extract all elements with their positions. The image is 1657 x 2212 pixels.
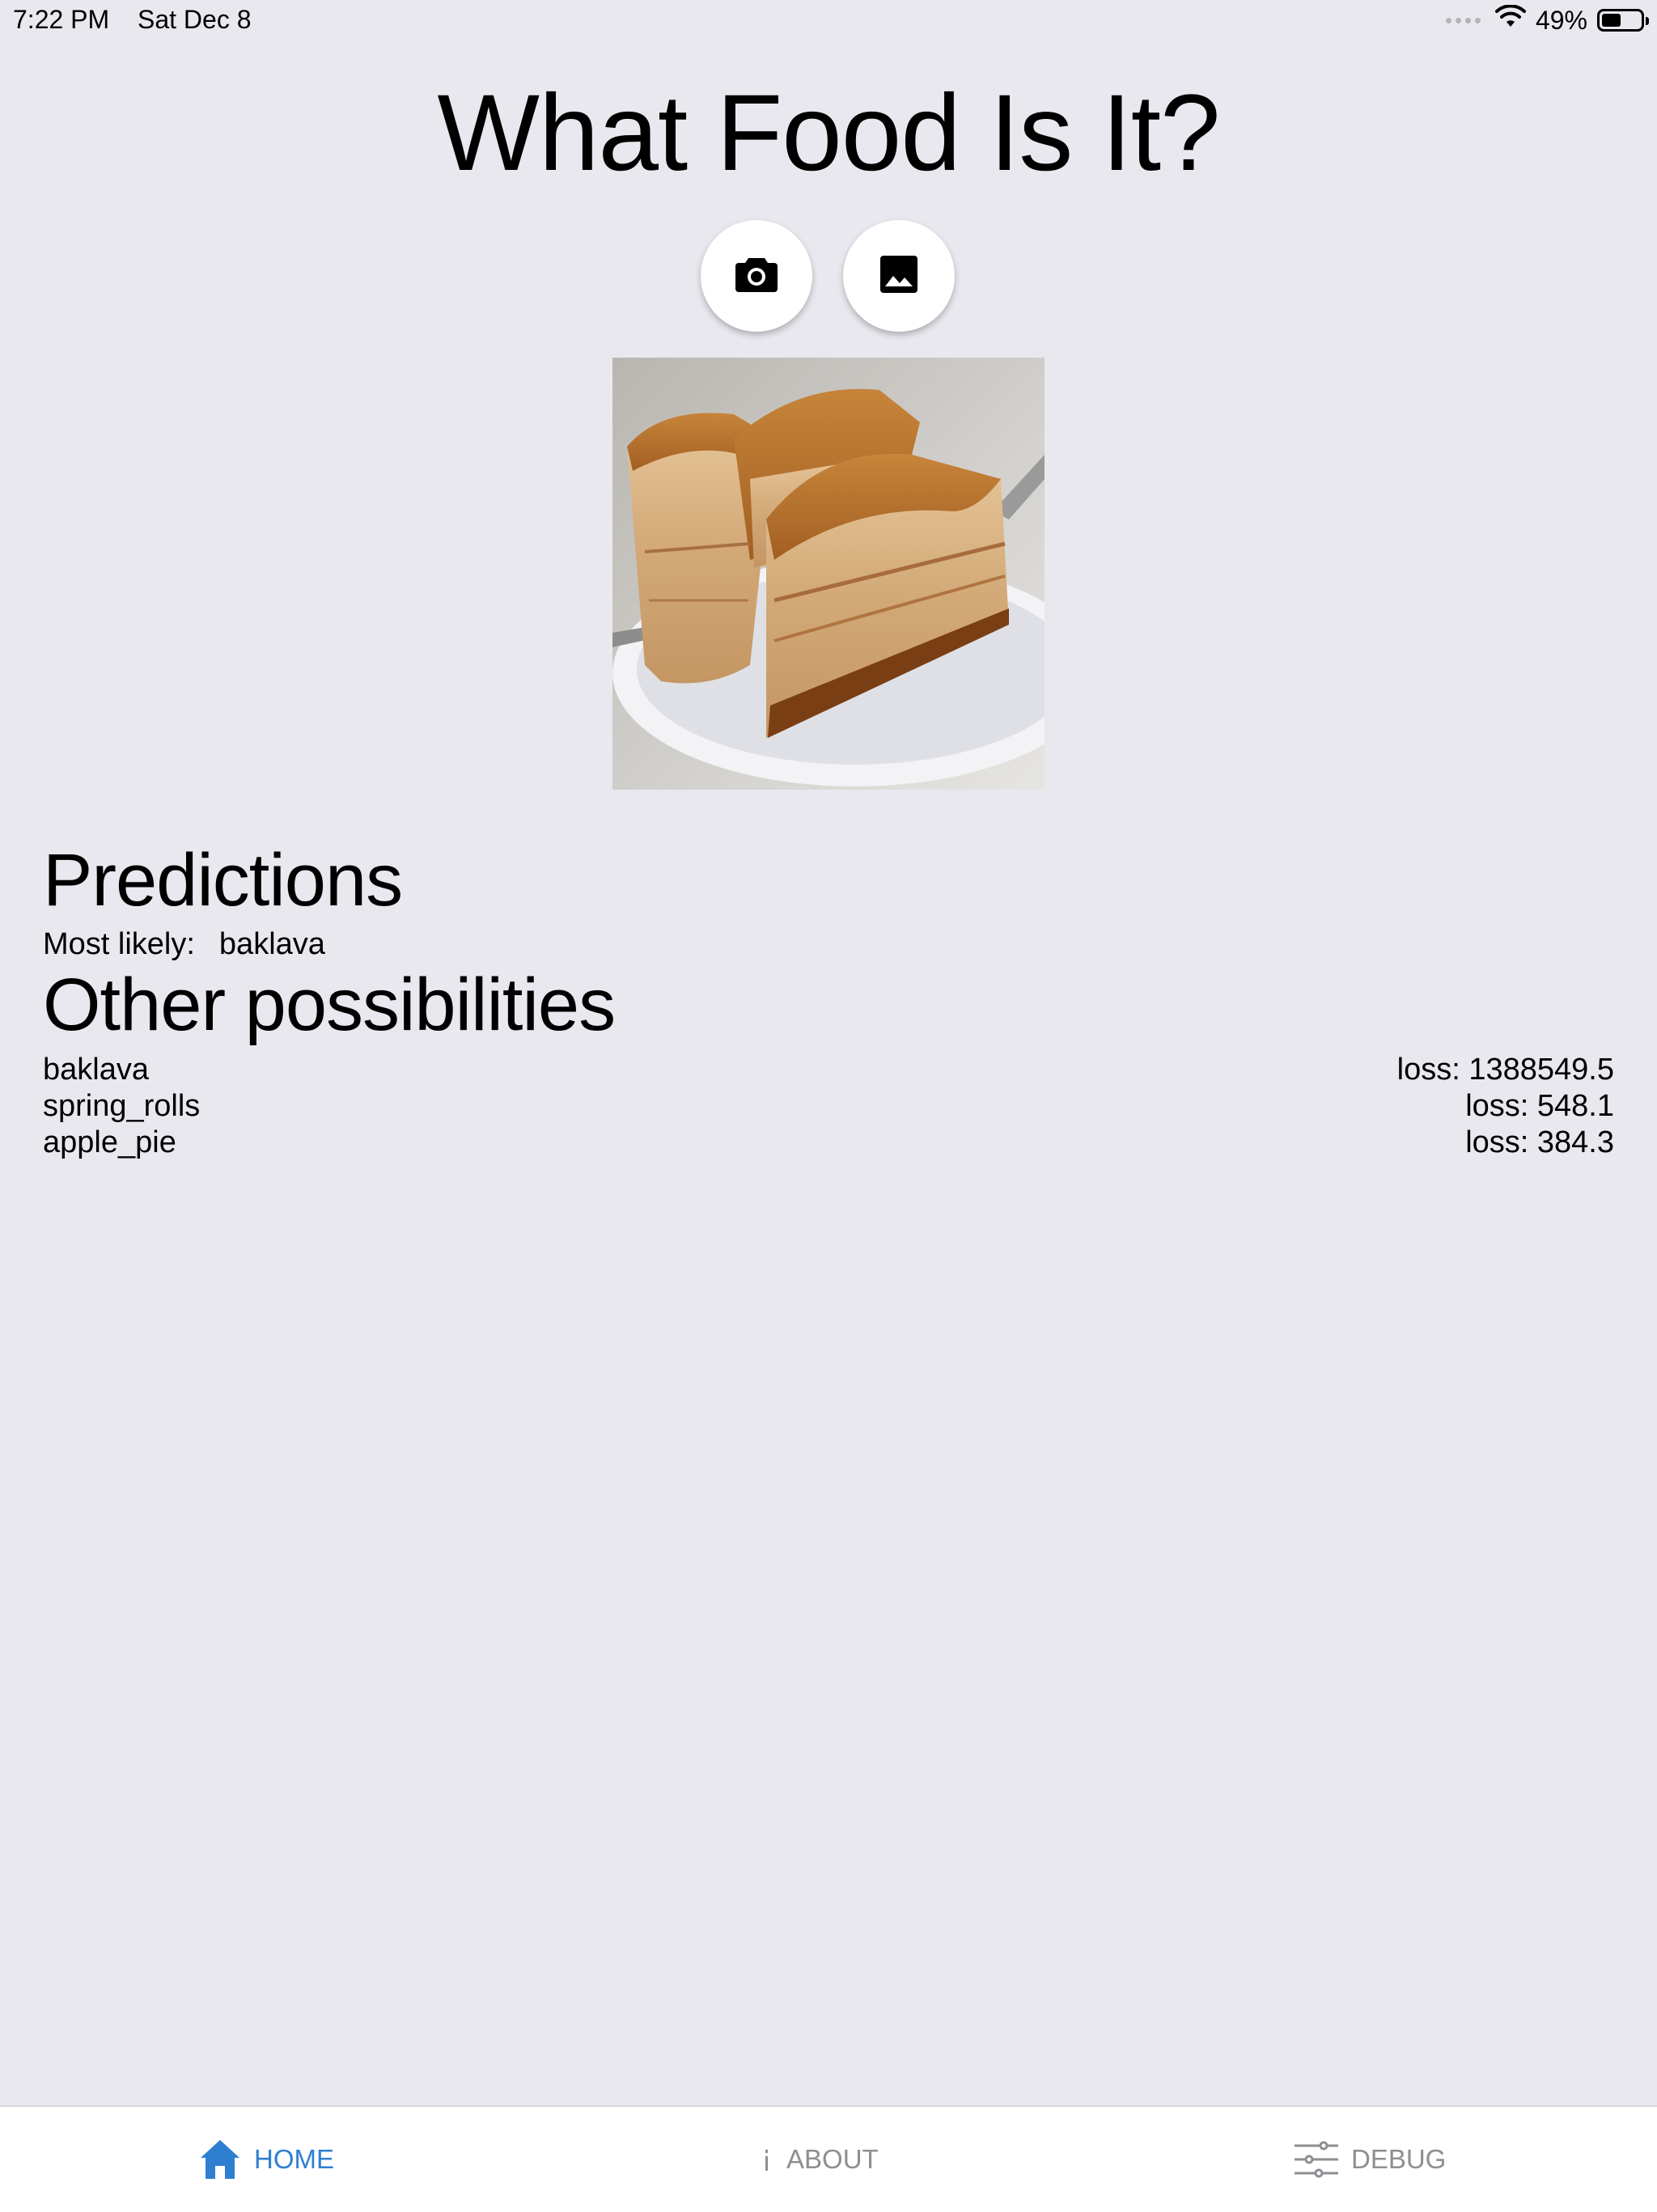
most-likely-value: baklava	[218, 927, 325, 961]
list-item: spring_rolls loss: 548.1	[43, 1088, 1614, 1125]
take-photo-button[interactable]	[701, 220, 812, 332]
camera-icon	[734, 255, 779, 298]
possibility-name: baklava	[43, 1053, 149, 1087]
possibilities-list: baklava loss: 1388549.5 spring_rolls los…	[43, 1052, 1614, 1161]
possibility-loss: loss: 548.1	[1465, 1089, 1614, 1123]
home-icon	[197, 2137, 243, 2182]
most-likely-row: Most likely: baklava	[43, 926, 325, 962]
possibility-name: apple_pie	[43, 1125, 176, 1159]
wifi-icon	[1494, 4, 1526, 36]
sliders-icon	[1293, 2139, 1340, 2180]
image-gallery-icon	[879, 254, 919, 299]
battery-percent: 49%	[1535, 5, 1587, 35]
other-possibilities-heading: Other possibilities	[43, 964, 616, 1046]
possibility-loss: loss: 384.3	[1465, 1125, 1614, 1159]
battery-fill	[1602, 14, 1621, 27]
tab-label: ABOUT	[786, 2144, 879, 2174]
baklava-photo	[612, 358, 1045, 790]
tab-bar: HOME ABOUT DEBUG	[0, 2105, 1657, 2212]
possibility-loss: loss: 1388549.5	[1396, 1053, 1614, 1087]
status-bar: 7:22 PM Sat Dec 8 49%	[0, 0, 1657, 40]
tab-label: HOME	[254, 2144, 334, 2174]
cellular-dots-icon	[1445, 17, 1481, 23]
predictions-heading: Predictions	[43, 839, 403, 922]
most-likely-label: Most likely:	[43, 927, 195, 961]
info-icon	[759, 2143, 775, 2176]
page-title: What Food Is It?	[437, 73, 1220, 193]
choose-image-button[interactable]	[843, 220, 955, 332]
status-date: Sat Dec 8	[138, 5, 252, 34]
tab-home[interactable]: HOME	[197, 2107, 334, 2212]
list-item: apple_pie loss: 384.3	[43, 1125, 1614, 1161]
status-time: 7:22 PM	[13, 5, 110, 34]
status-indicators: 49%	[1445, 4, 1649, 36]
tab-about[interactable]: ABOUT	[759, 2107, 879, 2212]
possibility-name: spring_rolls	[43, 1089, 201, 1123]
tab-label: DEBUG	[1351, 2144, 1447, 2174]
list-item: baklava loss: 1388549.5	[43, 1052, 1614, 1088]
battery-icon	[1597, 9, 1649, 32]
tab-debug[interactable]: DEBUG	[1293, 2107, 1446, 2212]
